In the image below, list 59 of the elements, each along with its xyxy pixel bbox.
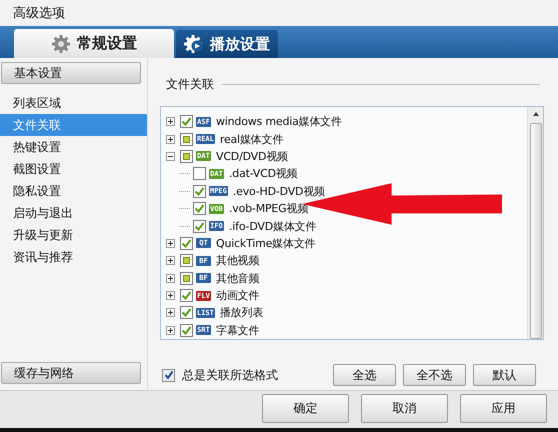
expand-icon[interactable]	[166, 117, 175, 126]
sidebar-item[interactable]: 截图设置	[0, 158, 147, 180]
collapse-icon[interactable]	[166, 152, 175, 161]
tree-item-label[interactable]: 动画文件	[214, 288, 260, 304]
sidebar-item[interactable]: 隐私设置	[0, 180, 147, 202]
tree-checkbox[interactable]	[193, 184, 206, 198]
section-header[interactable]: 基本设置	[1, 62, 141, 84]
tree-item-label[interactable]: VCD/DVD视频	[214, 148, 288, 164]
tree-checkbox[interactable]	[180, 254, 193, 268]
tree-item-label[interactable]: .vob-MPEG视频	[227, 201, 308, 216]
checkbox[interactable]	[162, 368, 175, 382]
sidebar-item[interactable]: 升级与更新	[0, 224, 147, 246]
tree-item-label[interactable]: windows media媒体文件	[214, 114, 342, 130]
tree-item-label[interactable]: .ifo-DVD媒体文件	[227, 218, 316, 234]
tree-checkbox[interactable]	[180, 306, 193, 320]
tree-item-label[interactable]: 字幕文件	[214, 322, 260, 338]
tree-item-label[interactable]: 其他音频	[214, 270, 260, 286]
button[interactable]: 默认	[473, 364, 536, 386]
tree-item-label[interactable]: QuickTime媒体文件	[214, 236, 316, 251]
gear-play-icon	[184, 34, 204, 54]
button[interactable]: 取消	[361, 394, 448, 423]
tab[interactable]: 常规设置	[14, 29, 174, 58]
sidebar-item[interactable]: 资讯与推荐	[0, 246, 147, 268]
expand-icon[interactable]	[166, 238, 175, 248]
expand-icon[interactable]	[166, 256, 175, 266]
tree-checkbox[interactable]	[180, 289, 193, 302]
tab[interactable]: 播放设置	[176, 30, 278, 58]
tree-checkbox[interactable]	[193, 220, 206, 233]
expand-icon[interactable]	[166, 308, 175, 318]
tree-checkbox[interactable]	[180, 272, 193, 285]
tree-checkbox[interactable]	[180, 132, 193, 146]
tree-item-label[interactable]: .evo-HD-DVD视频	[230, 184, 325, 199]
tree-item-label[interactable]: 其他视频	[214, 253, 260, 268]
tree-checkbox[interactable]	[180, 324, 193, 337]
gear-icon	[51, 34, 71, 54]
button[interactable]: 确定	[262, 394, 349, 423]
button[interactable]: 全不选	[403, 364, 466, 386]
checkbox-label: 总是关联所选格式	[182, 366, 278, 384]
tree-checkbox[interactable]	[180, 115, 193, 128]
tree-item-label[interactable]: .dat-VCD视频	[227, 166, 298, 182]
tree-item-label[interactable]: 播放列表	[218, 305, 264, 320]
tree-checkbox[interactable]	[180, 150, 193, 163]
group-title: 文件关联	[166, 76, 214, 92]
scroll-thumb[interactable]	[530, 123, 542, 339]
button[interactable]: 应用	[460, 394, 547, 423]
expand-icon[interactable]	[166, 291, 175, 300]
sidebar-item[interactable]: 热键设置	[0, 136, 147, 158]
tree-item-label[interactable]: real媒体文件	[218, 132, 284, 147]
expand-icon[interactable]	[166, 134, 175, 144]
expand-icon[interactable]	[166, 326, 175, 335]
expand-icon[interactable]	[166, 274, 175, 283]
tree-checkbox[interactable]	[193, 167, 206, 180]
button[interactable]: 全选	[333, 364, 396, 386]
sidebar-item[interactable]: 列表区域	[0, 92, 147, 114]
section-header[interactable]: 缓存与网络	[1, 362, 141, 384]
sidebar-item[interactable]: 启动与退出	[0, 202, 147, 224]
tree-checkbox[interactable]	[193, 202, 206, 216]
window-title: 高级选项	[13, 5, 65, 22]
tree-checkbox[interactable]	[180, 236, 193, 250]
